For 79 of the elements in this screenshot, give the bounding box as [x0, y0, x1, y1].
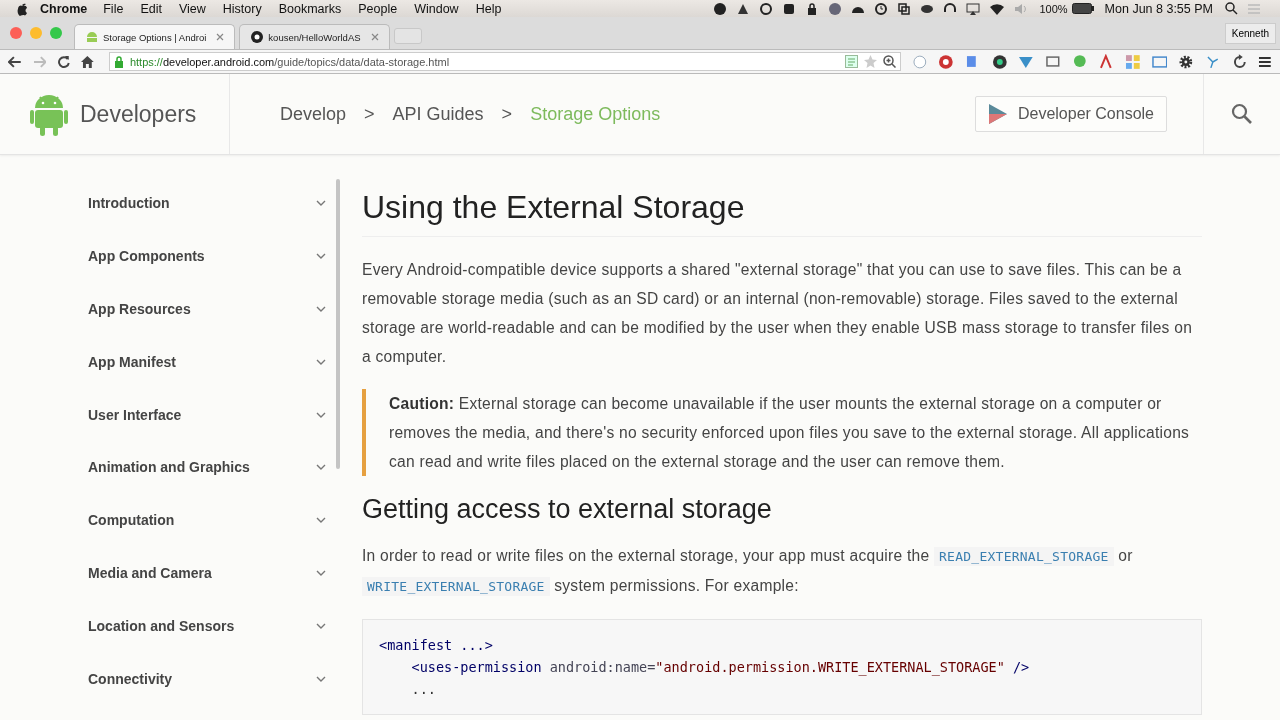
stop-icon[interactable]	[938, 53, 954, 70]
back-icon[interactable]	[8, 55, 22, 68]
menu-item[interactable]: File	[103, 1, 124, 16]
close-icon[interactable]	[216, 33, 225, 41]
nav-item[interactable]: App Manifest	[88, 335, 326, 389]
octocat-icon	[250, 30, 265, 44]
chevron-icon[interactable]	[316, 200, 326, 207]
zoom-icon[interactable]	[882, 55, 896, 68]
clock[interactable]: Mon Jun 8 3:55 PM	[1104, 1, 1213, 16]
chevron-icon[interactable]	[316, 464, 326, 471]
profile-button[interactable]: Kenneth	[1224, 22, 1276, 44]
nav-item[interactable]: Introduction	[88, 177, 326, 230]
settings-icon[interactable]	[1178, 53, 1194, 70]
wifi-icon[interactable]	[989, 2, 1006, 15]
url-text: https://developer.android.com/guide/topics/data/data-storage.html	[129, 55, 450, 68]
menu-item[interactable]: Bookmarks	[278, 1, 342, 16]
chevron-icon[interactable]	[316, 675, 326, 682]
lock-icon	[113, 55, 124, 68]
cast-icon[interactable]	[1044, 53, 1061, 70]
battery-icon[interactable]	[1071, 3, 1094, 14]
chevron-icon[interactable]	[316, 622, 326, 629]
home-icon[interactable]	[81, 55, 94, 68]
address-bar[interactable]: https://developer.android.com/guide/topics/data/data-storage.html	[108, 52, 901, 71]
menu-item[interactable]: Window	[414, 1, 459, 16]
clock-icon[interactable]	[874, 1, 889, 16]
chevron-icon[interactable]	[316, 569, 326, 576]
breadcrumb-separator: >	[501, 103, 513, 125]
nav-item[interactable]: Animation and Graphics	[88, 441, 326, 494]
apple-icon[interactable]	[16, 1, 28, 16]
menu-item[interactable]: Edit	[140, 1, 162, 16]
menu-item[interactable]: View	[178, 1, 206, 16]
section-heading: Getting access to external storage	[362, 494, 773, 525]
nav-item[interactable]: User Interface	[88, 388, 326, 441]
scrollbar-thumb[interactable]	[336, 179, 340, 469]
app-menu[interactable]: Chrome	[40, 1, 88, 16]
breadcrumb-link[interactable]: API Guides	[392, 103, 484, 125]
search-icon[interactable]	[1225, 2, 1238, 15]
menu-item[interactable]: History	[222, 1, 262, 16]
code-block: <manifest ...> <uses-permission android:name="android.permission.WRITE_EXTERNAL_STORAGE" /> ...	[362, 619, 1202, 715]
menu-icon[interactable]	[1258, 55, 1272, 68]
chevron-icon[interactable]	[316, 358, 326, 365]
site-logo-text[interactable]: Developers	[80, 100, 197, 128]
nav-item[interactable]: Computation	[88, 493, 326, 547]
chevron-icon[interactable]	[316, 253, 326, 260]
reload-icon[interactable]	[57, 55, 71, 68]
menu-item[interactable]: People	[358, 1, 398, 16]
play-icon	[987, 103, 1008, 125]
nav-item[interactable]: App Resources	[88, 282, 326, 336]
status-icon[interactable]	[782, 1, 797, 16]
browser-tab[interactable]: kousen/HelloWorldAS	[239, 24, 390, 49]
chevron-icon[interactable]	[316, 306, 326, 312]
search-icon[interactable]	[1231, 103, 1253, 125]
nav-item[interactable]: Location and Sensors	[88, 599, 326, 653]
chevron-icon[interactable]	[316, 517, 326, 524]
paragraph: In order to read or write files on the external storage, your app must acquire the READ_EXTERNAL_STORAGE or WRITE_EXTERNAL_STORAGE system permissions. For example:	[362, 546, 1134, 598]
caution-note: Caution: External storage can become unavailable if the user mounts the external storage on a computer or removes the media, and there's no security enforced upon files you save to the external storage. All applications can read and write files placed on the external storage and the user can remove them.	[389, 394, 1191, 472]
page-heading: Using the External Storage	[362, 189, 1202, 237]
status-icon[interactable]	[713, 1, 728, 16]
star-icon[interactable]	[863, 55, 877, 68]
grid-icon[interactable]	[1124, 53, 1141, 70]
battery-level: 100%	[1039, 2, 1068, 15]
nav-item[interactable]: App Components	[88, 229, 326, 283]
developer-console-button[interactable]: Developer Console	[974, 96, 1167, 132]
breadcrumb-link[interactable]: Develop	[280, 103, 347, 125]
nav-item[interactable]: Media and Camera	[88, 546, 326, 600]
sync-icon[interactable]	[1231, 53, 1248, 70]
paragraph: Every Android-compatible device supports a shared "external storage" that you can use to save files. This can be a removable storage media (such as an SD card) or an internal (non-removable) storage. Files saved to the external storage are world-readable and can be modified by the user when they enable USB mass storage to transfer files on a computer.	[362, 260, 1194, 367]
status-icon[interactable]	[759, 1, 774, 16]
display-icon[interactable]	[966, 1, 981, 16]
nav-item[interactable]: Connectivity	[88, 652, 326, 705]
browser-tab[interactable]: Storage Options | Androi	[74, 24, 236, 49]
breadcrumb-separator: >	[364, 103, 375, 125]
chevron-icon[interactable]	[316, 411, 326, 418]
android-icon	[85, 30, 99, 44]
screenshot-icon[interactable]	[1151, 53, 1168, 70]
status-icon[interactable]	[897, 1, 912, 16]
close-icon[interactable]	[370, 33, 379, 41]
window-button[interactable]	[10, 27, 22, 39]
menu-item[interactable]: Help	[475, 1, 502, 16]
